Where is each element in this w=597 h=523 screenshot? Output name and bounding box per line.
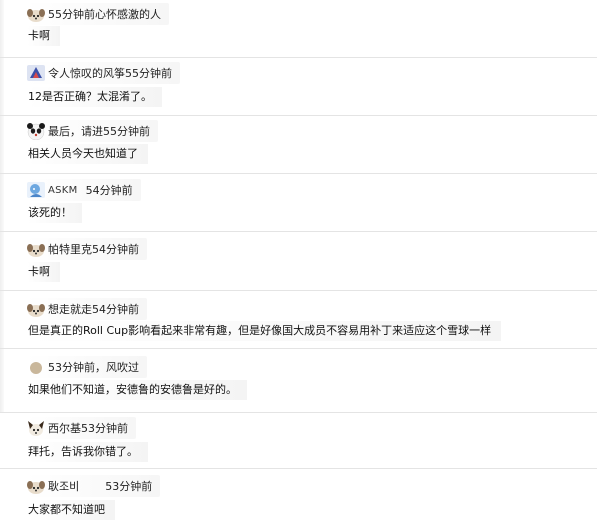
comment-author[interactable]: 令人惊叹的风筝55分钟前 <box>48 65 172 81</box>
comment-item: 最后，请进55分钟前 相关人员今天也知道了 <box>0 116 597 174</box>
comment-item: 西尔基53分钟前 拜托，告诉我你错了。 <box>0 413 597 469</box>
comment-header: ASKM 54分钟前 <box>26 179 141 201</box>
comment-text: 卡啊 <box>28 26 60 46</box>
comment-header: 西尔基53分钟前 <box>26 417 136 439</box>
comment-author[interactable]: 最后，请进55分钟前 <box>48 123 150 139</box>
dog-avatar-icon[interactable] <box>26 5 46 23</box>
comment-item: 55分钟前心怀感激的人 卡啊 <box>0 0 597 58</box>
dog-avatar-icon[interactable] <box>26 240 46 258</box>
comment-header: 55分钟前心怀感激的人 <box>26 3 169 25</box>
comment-text: 大家都不知道吧 <box>28 500 115 520</box>
comment-header: 最后，请进55分钟前 <box>26 120 158 142</box>
comment-item: 53分钟前，风吹过 如果他们不知道，安德鲁的安德鲁是好的。 <box>0 349 597 413</box>
comment-item: 帕特里克54分钟前 卡啊 <box>0 232 597 291</box>
comment-header: 帕特里克54分钟前 <box>26 238 147 260</box>
comment-author[interactable]: 55分钟前心怀感激的人 <box>48 6 161 22</box>
circle-avatar-icon[interactable] <box>26 358 46 376</box>
dog-avatar-icon[interactable] <box>26 419 46 437</box>
comment-author[interactable]: ASKM <box>48 185 78 196</box>
comment-item: 想走就走54分钟前 但是真正的Roll Cup影响看起来非常有趣，但是好像国大成… <box>0 291 597 349</box>
comment-text: 拜托，告诉我你错了。 <box>28 442 148 462</box>
comment-header: 53分钟前，风吹过 <box>26 356 147 378</box>
comment-author[interactable]: 帕特里克54分钟前 <box>48 241 139 257</box>
comment-author[interactable]: 53分钟前，风吹过 <box>48 359 139 375</box>
comment-header: 想走就走54分钟前 <box>26 298 147 320</box>
comment-header: 耿조비 53分钟前 <box>26 475 161 497</box>
comment-time: 53分钟前 <box>105 480 153 493</box>
comment-author[interactable]: 想走就走54分钟前 <box>48 301 139 317</box>
comment-text: 卡啊 <box>28 262 60 282</box>
comment-author[interactable]: 耿조비 <box>48 478 79 494</box>
comment-text: 但是真正的Roll Cup影响看起来非常有趣，但是好像国大成员不容易用补丁来适应… <box>28 321 502 341</box>
panda-avatar-icon[interactable] <box>26 122 46 141</box>
dog-avatar-icon[interactable] <box>26 477 46 495</box>
character-avatar-icon[interactable] <box>26 181 46 199</box>
comment-text: 相关人员今天也知道了 <box>28 144 148 164</box>
comment-author[interactable]: 西尔基53分钟前 <box>48 420 128 436</box>
comment-text: 12是否正确？太混淆了。 <box>28 87 162 107</box>
comment-text: 如果他们不知道，安德鲁的安德鲁是好的。 <box>28 380 247 400</box>
comment-text: 该死的！ <box>28 203 82 223</box>
comment-header: 令人惊叹的风筝55分钟前 <box>26 62 180 84</box>
comment-time: 54分钟前 <box>85 184 133 197</box>
dog-avatar-icon[interactable] <box>26 300 46 318</box>
comment-item: 令人惊叹的风筝55分钟前 12是否正确？太混淆了。 <box>0 58 597 116</box>
comment-item: ASKM 54分钟前 该死的！ <box>0 174 597 232</box>
kite-avatar-icon[interactable] <box>26 64 46 82</box>
comment-item: 耿조비 53分钟前 大家都不知道吧 <box>0 469 597 523</box>
